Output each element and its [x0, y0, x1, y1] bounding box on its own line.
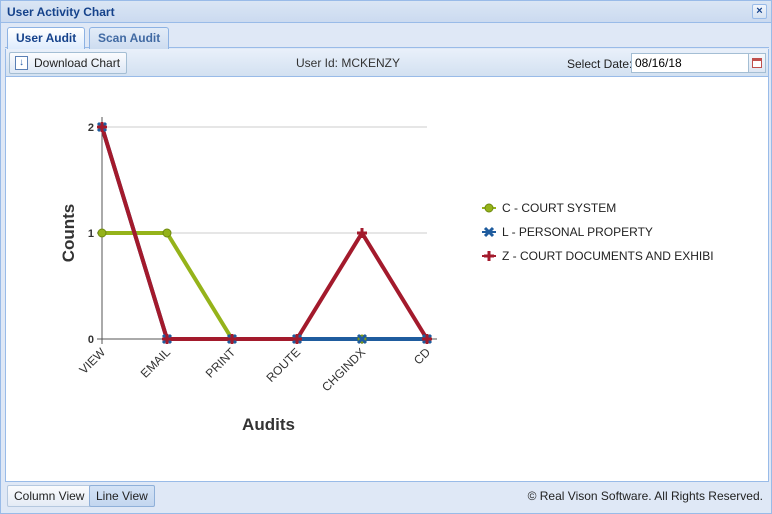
chart-panel: 0 1 2 VIEW EMAIL PRINT ROUTE CHGINDX CD Audits Cou…	[5, 77, 769, 482]
download-chart-label: Download Chart	[34, 56, 121, 70]
user-id-text: User Id: MCKENZY	[296, 56, 401, 70]
tab-strip: User Audit Scan Audit	[5, 25, 769, 49]
toolbar: ↓ Download Chart User Id: MCKENZY Select…	[5, 49, 769, 77]
legend-marker	[484, 203, 494, 213]
x-tick-label: ROUTE	[264, 345, 304, 385]
tab-scan-audit[interactable]: Scan Audit	[89, 27, 170, 49]
x-tick-label: CHGINDX	[319, 345, 368, 394]
window-title: User Activity Chart	[7, 5, 115, 19]
legend-item-label: C - COURT SYSTEM	[502, 201, 616, 215]
footer-bar: Column View Line View © Real Vison Softw…	[5, 482, 769, 510]
x-tick-label: PRINT	[203, 345, 239, 381]
data-point	[97, 228, 107, 238]
tab-user-audit[interactable]: User Audit	[7, 27, 86, 49]
y-tick-label: 0	[88, 334, 94, 346]
date-picker-button[interactable]	[749, 53, 766, 73]
date-field[interactable]: 08/16/18	[631, 53, 749, 73]
user-activity-window: User Activity Chart × User Audit Scan Au…	[0, 0, 772, 514]
x-tick-label: VIEW	[77, 345, 109, 377]
line-chart: 0 1 2 VIEW EMAIL PRINT ROUTE CHGINDX CD Audits Cou…	[59, 117, 714, 434]
data-point	[162, 228, 172, 238]
column-view-button[interactable]: Column View	[7, 485, 92, 507]
line-view-button[interactable]: Line View	[89, 485, 155, 507]
download-chart-button[interactable]: ↓ Download Chart	[9, 52, 128, 74]
y-tick-label: 2	[88, 122, 94, 134]
y-tick-label: 1	[88, 228, 94, 240]
x-tick-label: EMAIL	[138, 345, 174, 381]
close-icon[interactable]: ×	[752, 4, 767, 19]
select-date-label: Select Date:	[567, 57, 633, 71]
window-titlebar: User Activity Chart ×	[1, 1, 771, 23]
legend-item-label: Z - COURT DOCUMENTS AND EXHIBI	[502, 249, 714, 263]
calendar-icon	[752, 58, 762, 68]
legend-item-label: L - PERSONAL PROPERTY	[502, 225, 653, 239]
x-axis-title: Audits	[242, 415, 295, 434]
download-icon: ↓	[15, 56, 28, 70]
legend-marker	[484, 251, 494, 261]
x-tick-label: CD	[411, 345, 433, 367]
y-axis-title: Counts	[59, 204, 78, 263]
copyright-text: © Real Vison Software. All Rights Reserv…	[527, 489, 763, 503]
